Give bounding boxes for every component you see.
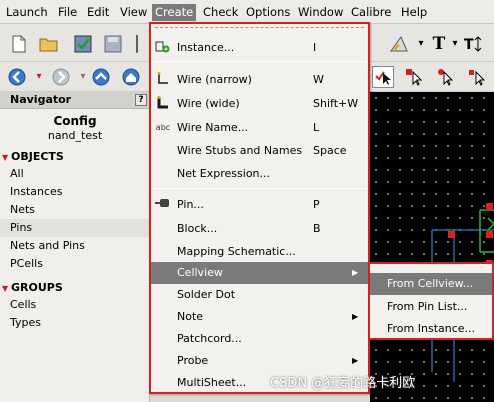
navigator-panel: Navigator ? Config nand_test ▼ OBJECTS Al…	[0, 92, 150, 402]
menu-check[interactable]: Check	[203, 4, 238, 21]
schematic-drawing	[431, 203, 494, 382]
check-save-icon[interactable]	[72, 33, 94, 55]
cellview-submenu: From Cellview... From Pin List... From I…	[368, 262, 494, 340]
menu-item-wire-name[interactable]: abc Wire Name... L	[151, 117, 368, 139]
menu-item-wire-narrow[interactable]: Wire (narrow) W	[151, 69, 368, 91]
pin-icon	[154, 197, 172, 213]
menu-item-solder-dot[interactable]: Solder Dot	[151, 284, 368, 306]
collapse-triangle-icon[interactable]: ▼	[2, 153, 11, 162]
watermark: CSDN @狂妄的路卡利欧	[270, 376, 416, 391]
nav-item-all[interactable]: All	[0, 165, 149, 183]
forward-icon[interactable]	[50, 66, 72, 88]
menu-item-wire-stubs-and-names[interactable]: Wire Stubs and Names Space	[151, 140, 368, 162]
menu-item-pin[interactable]: Pin... P	[151, 194, 368, 216]
menu-item-mapping-schematic[interactable]: Mapping Schematic...	[151, 241, 368, 263]
up-icon[interactable]	[90, 66, 112, 88]
objects-section-header[interactable]: ▼ OBJECTS	[2, 150, 64, 163]
home-icon[interactable]	[120, 66, 142, 88]
nav-item-pins[interactable]: Pins	[0, 219, 149, 237]
select-edge-icon[interactable]	[468, 66, 490, 88]
select-area-icon[interactable]	[404, 66, 426, 88]
submenu-item-from-cellview[interactable]: From Cellview...	[370, 273, 492, 295]
menu-window[interactable]: Window	[298, 4, 343, 21]
navigator-header: Navigator ?	[0, 92, 149, 109]
menu-item-note[interactable]: Note ▶	[151, 306, 368, 328]
menu-item-instance[interactable]: Instance... I	[151, 37, 368, 59]
menu-item-block[interactable]: Block... B	[151, 218, 368, 240]
menu-separator	[153, 188, 366, 189]
text-height-icon[interactable]: T	[462, 33, 484, 55]
angle-tool-icon[interactable]	[388, 33, 410, 55]
menu-item-net-expression[interactable]: Net Expression...	[151, 163, 368, 185]
wire-wide-icon	[154, 96, 172, 112]
design-cell-name: nand_test	[47, 129, 103, 142]
instance-icon	[154, 40, 172, 56]
menu-view[interactable]: View	[120, 4, 147, 21]
nav-item-nets-and-pins[interactable]: Nets and Pins	[0, 237, 149, 255]
menu-create[interactable]: Create	[152, 4, 197, 21]
open-folder-icon[interactable]	[38, 33, 60, 55]
nav-item-pcells[interactable]: PCells	[0, 255, 149, 273]
submenu-item-from-instance[interactable]: From Instance...	[370, 318, 492, 340]
menu-file[interactable]: File	[58, 4, 77, 21]
save-icon[interactable]	[102, 33, 124, 55]
menu-item-cellview[interactable]: Cellview ▶	[151, 262, 368, 284]
groups-section-header[interactable]: ▼ GROUPS	[2, 281, 63, 294]
navigator-title: Navigator	[10, 93, 72, 106]
toolbar-separator: │	[132, 34, 142, 53]
menu-item-patchcord[interactable]: Patchcord...	[151, 328, 368, 350]
menu-separator	[153, 61, 366, 62]
menu-calibre[interactable]: Calibre	[351, 4, 391, 21]
menu-options[interactable]: Options	[246, 4, 290, 21]
submenu-item-from-pin-list[interactable]: From Pin List...	[370, 296, 492, 318]
menu-launch[interactable]: Launch	[6, 4, 48, 21]
submenu-arrow-icon: ▶	[352, 356, 359, 365]
submenu-arrow-icon: ▶	[352, 268, 359, 277]
collapse-triangle-icon[interactable]: ▼	[2, 284, 11, 293]
dropdown-arrow-icon[interactable]: ▾	[28, 66, 50, 88]
menu-item-wire-wide[interactable]: Wire (wide) Shift+W	[151, 93, 368, 115]
menu-help[interactable]: Help	[401, 4, 427, 21]
menu-edit[interactable]: Edit	[87, 4, 109, 21]
nav-item-types[interactable]: Types	[0, 314, 149, 332]
menu-item-probe[interactable]: Probe ▶	[151, 350, 368, 372]
nav-item-instances[interactable]: Instances	[0, 183, 149, 201]
tear-off-line[interactable]	[155, 27, 364, 28]
wire-name-icon: abc	[155, 123, 171, 132]
schematic-canvas[interactable]	[370, 92, 494, 402]
menu-bar: Launch File Edit View Create Check Optio…	[0, 0, 494, 24]
select-mode-icon[interactable]	[372, 66, 394, 88]
nav-item-cells[interactable]: Cells	[0, 296, 149, 314]
create-menu: Instance... I Wire (narrow) W Wire (wide…	[149, 22, 370, 394]
submenu-arrow-icon: ▶	[352, 312, 359, 321]
help-button[interactable]: ?	[135, 94, 147, 106]
select-point-icon[interactable]	[436, 66, 458, 88]
nav-item-nets[interactable]: Nets	[0, 201, 149, 219]
design-title: Config	[53, 114, 97, 128]
wire-narrow-icon	[154, 72, 172, 88]
back-icon[interactable]	[6, 66, 28, 88]
new-file-icon[interactable]	[8, 33, 30, 55]
svg-text:T: T	[464, 37, 474, 53]
